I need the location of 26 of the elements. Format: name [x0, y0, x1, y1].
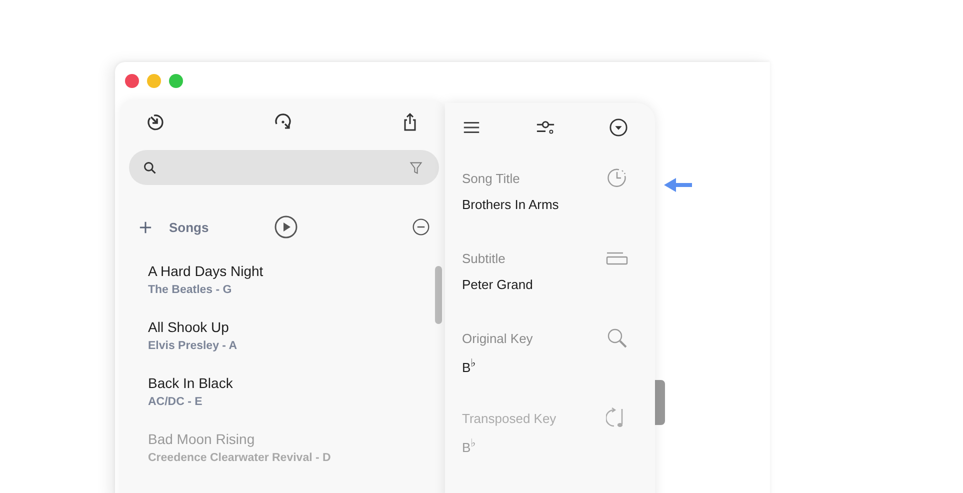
remove-icon[interactable] [412, 218, 430, 236]
dropdown-icon[interactable] [609, 118, 628, 136]
play-icon[interactable] [274, 215, 298, 239]
import-icon[interactable] [146, 112, 166, 132]
search-icon [143, 160, 157, 174]
field-value[interactable]: Brothers In Arms [462, 197, 655, 212]
field-label: Song Title [462, 170, 520, 186]
clock-icon[interactable] [606, 167, 628, 189]
filter-icon[interactable] [409, 160, 423, 174]
scrollbar-thumb[interactable] [435, 266, 442, 324]
song-item[interactable]: Back In Black AC/DC - E [148, 375, 445, 431]
close-button[interactable] [125, 74, 139, 88]
search-icon[interactable] [606, 327, 628, 349]
field-label: Subtitle [462, 250, 506, 266]
search-field[interactable] [129, 150, 439, 185]
field-value[interactable]: B$^{♭}$ [462, 357, 655, 376]
arrow-icon [663, 177, 693, 193]
field-label: Transposed Key [462, 410, 556, 426]
songs-header: Songs [169, 220, 210, 234]
add-icon[interactable] [139, 220, 152, 234]
rotate-icon[interactable] [273, 112, 293, 132]
song-item[interactable]: A Hard Days Night The Beatles - G [148, 263, 445, 319]
field-value[interactable]: Peter Grand [462, 277, 655, 292]
song-item[interactable]: All Shook Up Elvis Presley - A [148, 319, 445, 375]
zoom-button[interactable] [169, 74, 183, 88]
field-label: Original Key [462, 330, 533, 346]
